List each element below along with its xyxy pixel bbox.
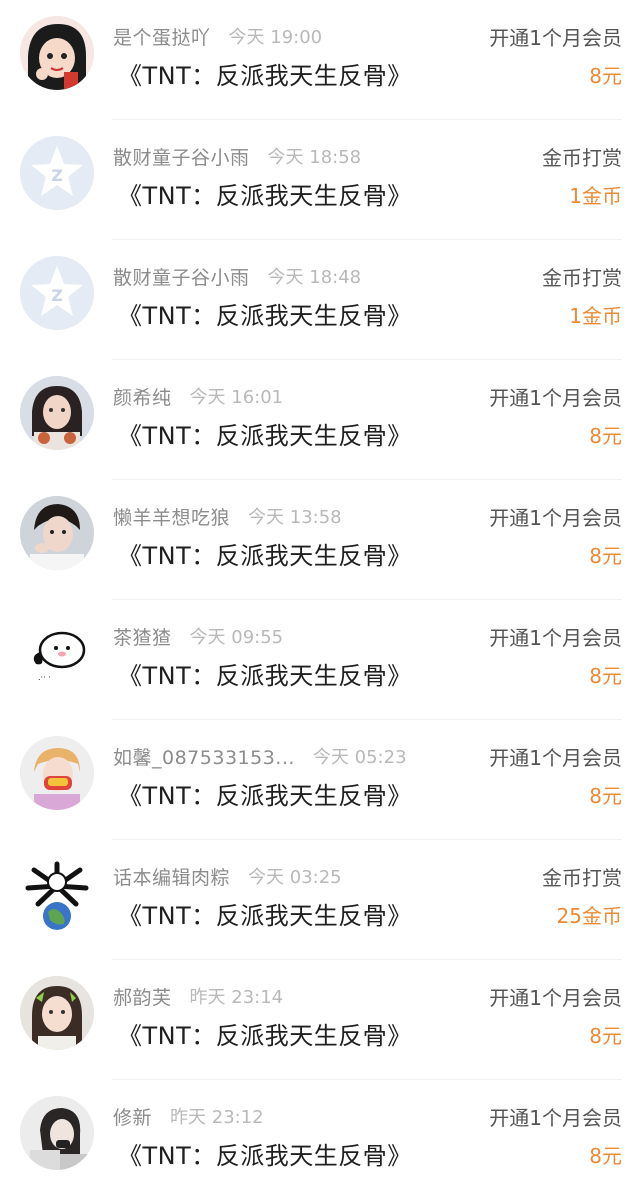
- timestamp: 今天 03:25: [248, 867, 342, 888]
- list-item[interactable]: 如馨_087533153... 今天 05:23 《TNT：反派我天生反骨》 开通1个…: [0, 720, 640, 840]
- record-meta: 是个蛋挞吖 今天 19:00: [113, 22, 322, 50]
- book-title: 《TNT：反派我天生反骨》: [118, 1142, 412, 1170]
- book-title: 《TNT：反派我天生反骨》: [118, 182, 412, 210]
- book-title: 《TNT：反派我天生反骨》: [118, 662, 412, 690]
- list-item[interactable]: .·· · 茶猹猹 今天 09:55 《TNT：反派我天生反骨》 开通1个月会员 8元: [0, 600, 640, 720]
- record-meta: 散财童子谷小雨 今天 18:58: [113, 142, 361, 170]
- action-label: 金币打赏: [542, 146, 622, 170]
- username[interactable]: 颜希纯: [113, 383, 172, 410]
- list-item[interactable]: 郝韵芙 昨天 23:14 《TNT：反派我天生反骨》 开通1个月会员 8元: [0, 960, 640, 1080]
- avatar[interactable]: [20, 16, 94, 90]
- username[interactable]: 散财童子谷小雨: [113, 143, 250, 170]
- amount-value: 8元: [589, 1024, 622, 1048]
- record-meta: 颜希纯 今天 16:01: [113, 382, 283, 410]
- record-meta: 茶猹猹 今天 09:55: [113, 622, 283, 650]
- book-title: 《TNT：反派我天生反骨》: [118, 62, 412, 90]
- book-title: 《TNT：反派我天生反骨》: [118, 1022, 412, 1050]
- record-meta: 如馨_087533153... 今天 05:23: [113, 742, 407, 770]
- action-label: 开通1个月会员: [489, 986, 622, 1010]
- amount-value: 8元: [589, 664, 622, 688]
- action-label: 开通1个月会员: [489, 626, 622, 650]
- record-meta: 话本编辑肉粽 今天 03:25: [113, 862, 342, 890]
- username[interactable]: 如馨_087533153...: [113, 743, 295, 770]
- svg-text:Z: Z: [51, 166, 63, 185]
- action-label: 金币打赏: [542, 866, 622, 890]
- avatar[interactable]: [20, 1096, 94, 1170]
- avatar[interactable]: [20, 736, 94, 810]
- amount-value: 1金币: [569, 304, 622, 328]
- timestamp: 今天 18:48: [267, 267, 362, 288]
- timestamp: 今天 18:58: [267, 147, 362, 168]
- record-meta: 修新 昨天 23:12: [113, 1102, 264, 1130]
- avatar[interactable]: [20, 496, 94, 570]
- timestamp: 今天 13:58: [248, 507, 342, 528]
- amount-value: 1金币: [569, 184, 622, 208]
- list-item[interactable]: Z 散财童子谷小雨 今天 18:58 《TNT：反派我天生反骨》 金币打赏 1金币: [0, 120, 640, 240]
- record-meta: 散财童子谷小雨 今天 18:48: [113, 262, 361, 290]
- avatar[interactable]: Z: [20, 136, 94, 210]
- amount-value: 8元: [589, 544, 622, 568]
- svg-text:Z: Z: [51, 286, 63, 305]
- timestamp: 今天 16:01: [189, 387, 284, 408]
- list-item[interactable]: 懒羊羊想吃狼 今天 13:58 《TNT：反派我天生反骨》 开通1个月会员 8元: [0, 480, 640, 600]
- action-label: 开通1个月会员: [489, 746, 622, 770]
- list-item[interactable]: 话本编辑肉粽 今天 03:25 《TNT：反派我天生反骨》 金币打赏 25金币: [0, 840, 640, 960]
- list-item[interactable]: Z 散财童子谷小雨 今天 18:48 《TNT：反派我天生反骨》 金币打赏 1金币: [0, 240, 640, 360]
- record-meta: 懒羊羊想吃狼 今天 13:58: [113, 502, 342, 530]
- username[interactable]: 懒羊羊想吃狼: [113, 503, 230, 530]
- record-meta: 郝韵芙 昨天 23:14: [113, 982, 283, 1010]
- list-item[interactable]: 修新 昨天 23:12 《TNT：反派我天生反骨》 开通1个月会员 8元: [0, 1080, 640, 1200]
- list-item[interactable]: 是个蛋挞吖 今天 19:00 《TNT：反派我天生反骨》 开通1个月会员 8元: [0, 0, 640, 120]
- avatar[interactable]: Z: [20, 256, 94, 330]
- timestamp: 今天 19:00: [228, 27, 323, 48]
- avatar[interactable]: .·· ·: [20, 616, 94, 690]
- action-label: 金币打赏: [542, 266, 622, 290]
- amount-value: 25金币: [556, 904, 622, 928]
- avatar[interactable]: [20, 976, 94, 1050]
- username[interactable]: 话本编辑肉粽: [113, 863, 230, 890]
- book-title: 《TNT：反派我天生反骨》: [118, 302, 412, 330]
- book-title: 《TNT：反派我天生反骨》: [118, 422, 412, 450]
- timestamp: 今天 09:55: [189, 627, 284, 648]
- username[interactable]: 修新: [113, 1103, 152, 1130]
- action-label: 开通1个月会员: [489, 1106, 622, 1130]
- timestamp: 昨天 23:14: [189, 987, 284, 1008]
- avatar[interactable]: [20, 376, 94, 450]
- timestamp: 昨天 23:12: [170, 1107, 264, 1128]
- book-title: 《TNT：反派我天生反骨》: [118, 782, 412, 810]
- username[interactable]: 茶猹猹: [113, 623, 172, 650]
- avatar[interactable]: [20, 856, 94, 930]
- amount-value: 8元: [589, 424, 622, 448]
- username[interactable]: 是个蛋挞吖: [113, 23, 211, 50]
- book-title: 《TNT：反派我天生反骨》: [118, 902, 412, 930]
- action-label: 开通1个月会员: [489, 506, 622, 530]
- amount-value: 8元: [589, 784, 622, 808]
- timestamp: 今天 05:23: [312, 747, 407, 768]
- username[interactable]: 散财童子谷小雨: [113, 263, 250, 290]
- record-list: 是个蛋挞吖 今天 19:00 《TNT：反派我天生反骨》 开通1个月会员 8元 Z 散财…: [0, 0, 640, 1200]
- username[interactable]: 郝韵芙: [113, 983, 172, 1010]
- list-item[interactable]: 颜希纯 今天 16:01 《TNT：反派我天生反骨》 开通1个月会员 8元: [0, 360, 640, 480]
- amount-value: 8元: [589, 64, 622, 88]
- book-title: 《TNT：反派我天生反骨》: [118, 542, 412, 570]
- action-label: 开通1个月会员: [489, 386, 622, 410]
- action-label: 开通1个月会员: [489, 26, 622, 50]
- amount-value: 8元: [589, 1144, 622, 1168]
- svg-text:.·· ·: .·· ·: [38, 673, 51, 682]
